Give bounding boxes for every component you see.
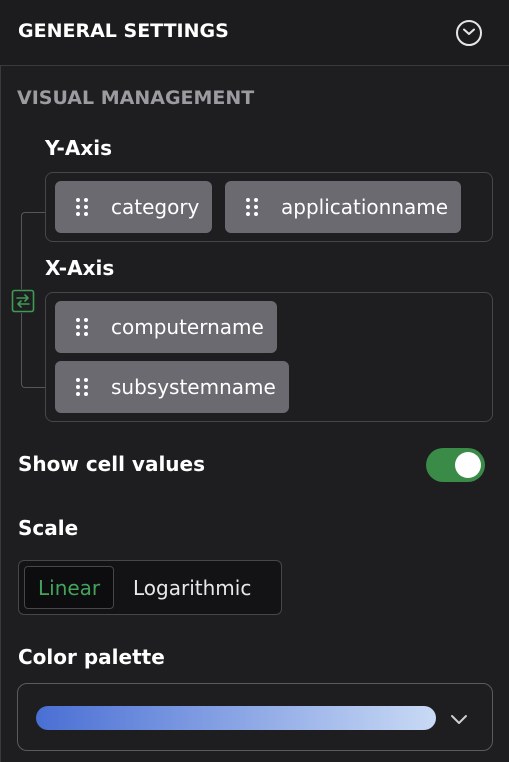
scale-option-linear[interactable]: Linear	[24, 566, 115, 609]
section-title: VISUAL MANAGEMENT	[17, 87, 255, 109]
scale-label: Scale	[18, 516, 79, 540]
drag-handle-icon[interactable]	[75, 196, 89, 218]
drag-handle-icon[interactable]	[245, 196, 259, 218]
drag-handle-icon[interactable]	[75, 316, 89, 338]
x-axis-field-chip[interactable]: subsystemname	[55, 361, 289, 413]
palette-gradient-preview	[36, 706, 436, 730]
drag-handle-icon[interactable]	[75, 376, 89, 398]
chevron-down-circle-icon[interactable]	[456, 20, 482, 46]
y-axis-field-chip[interactable]: category	[55, 181, 213, 233]
chip-label: category	[111, 195, 200, 219]
chip-label: computername	[111, 315, 264, 339]
scale-option-logarithmic[interactable]: Logarithmic	[120, 566, 264, 609]
settings-title: GENERAL SETTINGS	[18, 20, 229, 42]
show-cell-values-label: Show cell values	[18, 452, 206, 476]
chip-label: subsystemname	[111, 375, 276, 399]
panel-left-border	[0, 66, 1, 762]
swap-axes-icon[interactable]	[11, 289, 35, 313]
y-axis-field-chip[interactable]: applicationname	[225, 181, 462, 233]
toggle-knob	[455, 452, 481, 478]
y-axis-label: Y-Axis	[45, 136, 112, 160]
x-axis-label: X-Axis	[45, 256, 115, 280]
color-palette-select[interactable]	[17, 683, 493, 751]
show-cell-values-toggle[interactable]	[426, 448, 485, 482]
chevron-down-icon	[450, 711, 468, 730]
chip-label: applicationname	[281, 195, 449, 219]
scale-segmented-control: Linear Logarithmic	[18, 560, 282, 615]
x-axis-field-chip[interactable]: computername	[55, 301, 277, 353]
color-palette-label: Color palette	[18, 645, 165, 669]
settings-header[interactable]: GENERAL SETTINGS	[0, 0, 509, 66]
